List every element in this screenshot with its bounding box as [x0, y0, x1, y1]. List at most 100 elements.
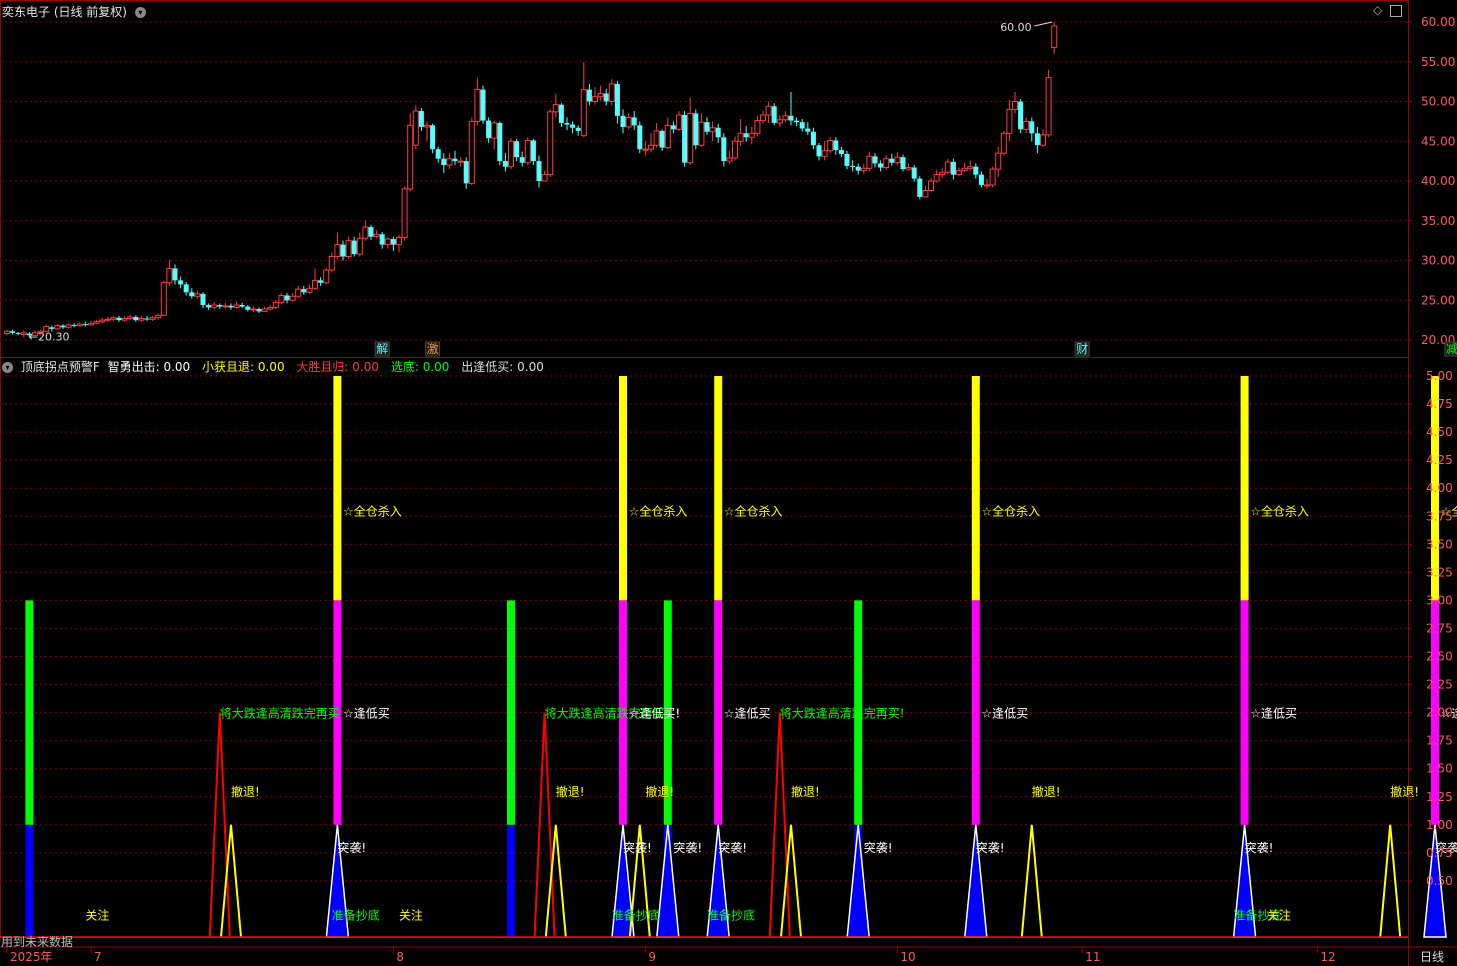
candle-body[interactable]	[564, 122, 570, 125]
candle-body[interactable]	[608, 83, 615, 103]
candle-body[interactable]	[737, 132, 744, 142]
candle-body[interactable]	[160, 282, 167, 316]
candle-body[interactable]	[1000, 132, 1007, 154]
candle-body[interactable]	[530, 140, 536, 162]
candle-body[interactable]	[905, 166, 912, 170]
candle-body[interactable]	[620, 115, 626, 127]
candle-body[interactable]	[468, 120, 475, 184]
candle-body[interactable]	[944, 161, 951, 173]
candle-body[interactable]	[345, 240, 352, 258]
candle-body[interactable]	[984, 184, 990, 187]
candle-body[interactable]	[76, 323, 83, 327]
candle-body[interactable]	[805, 128, 811, 132]
candle-body[interactable]	[256, 308, 262, 312]
candle-body[interactable]	[452, 158, 458, 162]
candle-body[interactable]	[362, 226, 369, 239]
candle-body[interactable]	[603, 93, 609, 102]
candle-body[interactable]	[698, 121, 705, 146]
candle-body[interactable]	[833, 140, 839, 150]
candle-body[interactable]	[463, 161, 469, 184]
candle-body[interactable]	[222, 305, 229, 308]
period-tab-daily[interactable]: 日线	[1420, 948, 1444, 965]
candle-body[interactable]	[15, 332, 21, 334]
candle-body[interactable]	[788, 115, 794, 121]
candle-body[interactable]	[933, 174, 940, 182]
candle-body[interactable]	[401, 188, 408, 238]
candle-body[interactable]	[748, 132, 755, 138]
candle-body[interactable]	[989, 168, 996, 186]
candle-body[interactable]	[446, 158, 453, 166]
candle-body[interactable]	[693, 113, 699, 146]
candle-body[interactable]	[855, 166, 861, 171]
candle-body[interactable]	[20, 332, 27, 335]
candle-body[interactable]	[312, 279, 318, 289]
candle-body[interactable]	[894, 156, 901, 164]
candle-body[interactable]	[250, 308, 257, 311]
indicator-name[interactable]: 顶底拐点预警F	[21, 360, 100, 374]
candle-body[interactable]	[558, 104, 564, 123]
candle-body[interactable]	[922, 190, 929, 198]
stock-title[interactable]: 奕东电子 (日线 前复权)	[2, 5, 127, 19]
candle-body[interactable]	[508, 140, 514, 168]
candle-body[interactable]	[379, 234, 385, 245]
candle-body[interactable]	[754, 120, 761, 134]
candle-body[interactable]	[295, 288, 302, 297]
candle-body[interactable]	[704, 122, 710, 132]
candle-body[interactable]	[278, 294, 285, 304]
candle-body[interactable]	[625, 116, 632, 128]
candle-body[interactable]	[384, 238, 391, 246]
candle-body[interactable]	[127, 316, 134, 320]
candle-body[interactable]	[810, 131, 816, 146]
candle-body[interactable]	[794, 120, 800, 123]
candle-body[interactable]	[233, 304, 240, 308]
candle-body[interactable]	[457, 160, 464, 163]
candle-body[interactable]	[82, 324, 88, 326]
candle-body[interactable]	[1034, 133, 1040, 146]
candle-body[interactable]	[676, 114, 682, 130]
candle-body[interactable]	[133, 316, 139, 321]
candle-body[interactable]	[939, 171, 946, 176]
candle-body[interactable]	[480, 89, 486, 121]
candle-body[interactable]	[396, 236, 402, 246]
candle-body[interactable]	[88, 322, 94, 326]
candle-body[interactable]	[301, 289, 307, 293]
candle-body[interactable]	[973, 166, 979, 175]
candle-body[interactable]	[121, 318, 128, 321]
panel-toggle-icon[interactable]	[1390, 4, 1403, 17]
candle-body[interactable]	[524, 139, 531, 164]
event-marker[interactable]: 解	[376, 342, 388, 356]
candle-body[interactable]	[407, 124, 414, 190]
candle-body[interactable]	[65, 324, 72, 328]
event-marker[interactable]: 财	[1076, 342, 1088, 356]
candle-body[interactable]	[586, 89, 592, 102]
candle-body[interactable]	[491, 122, 498, 139]
candle-body[interactable]	[776, 119, 783, 124]
candle-body[interactable]	[782, 115, 789, 121]
candle-body[interactable]	[138, 318, 145, 321]
candle-body[interactable]	[390, 239, 396, 245]
candle-body[interactable]	[911, 167, 917, 179]
candle-body[interactable]	[497, 122, 503, 162]
chart-canvas[interactable]: 关注 将大跌逢高清跌完再买撤退! ☆逢低买 ☆全仓杀入突袭! 准备抄底 关注 将大跌逢高清跌…	[0, 0, 1457, 966]
candle-body[interactable]	[172, 268, 178, 281]
candle-body[interactable]	[570, 124, 576, 128]
candle-body[interactable]	[950, 161, 956, 175]
candle-body[interactable]	[743, 133, 749, 138]
candle-body[interactable]	[178, 280, 184, 285]
candle-body[interactable]	[519, 157, 525, 163]
candle-body[interactable]	[318, 280, 324, 283]
candle-body[interactable]	[715, 127, 721, 138]
candle-body[interactable]	[827, 139, 834, 152]
candle-body[interactable]	[261, 308, 268, 312]
candle-body[interactable]	[956, 170, 962, 176]
candle-body[interactable]	[670, 125, 676, 130]
candle-body[interactable]	[183, 284, 189, 293]
candle-body[interactable]	[155, 314, 162, 319]
candle-body[interactable]	[536, 161, 542, 181]
candle-body[interactable]	[502, 161, 508, 167]
candle-body[interactable]	[816, 145, 822, 157]
candle-body[interactable]	[682, 115, 688, 163]
candle-body[interactable]	[71, 324, 77, 326]
candle-body[interactable]	[664, 124, 671, 149]
candle-body[interactable]	[967, 166, 974, 169]
